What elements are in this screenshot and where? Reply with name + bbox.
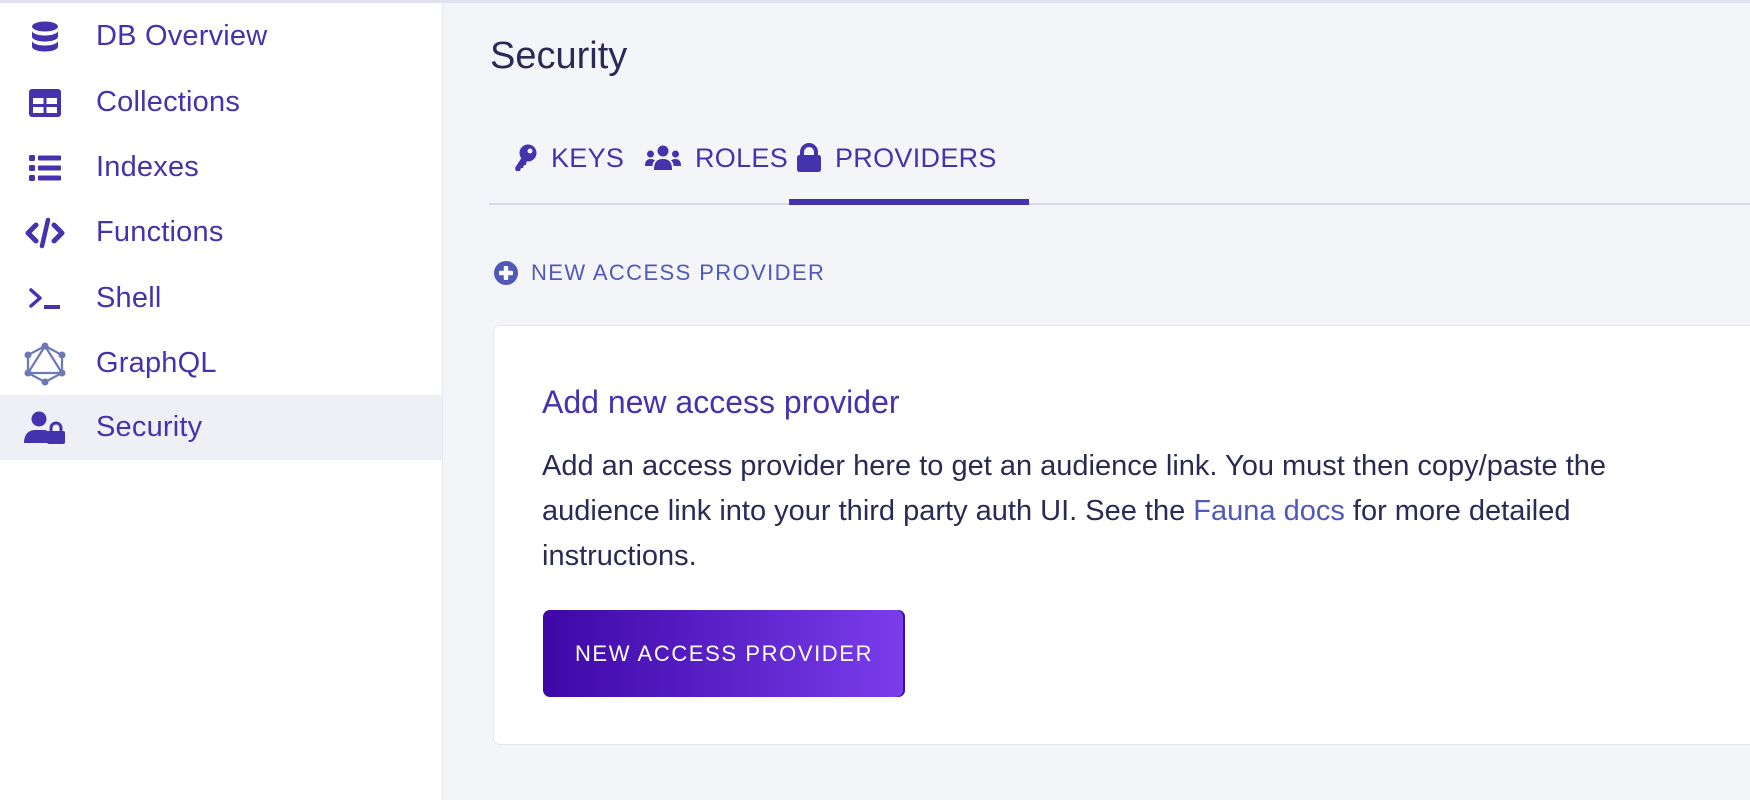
users-icon bbox=[645, 145, 681, 171]
sidebar-item-shell[interactable]: Shell bbox=[0, 266, 442, 331]
database-icon bbox=[24, 21, 66, 53]
fauna-docs-link[interactable]: Fauna docs bbox=[1193, 495, 1345, 527]
tab-roles[interactable]: ROLES bbox=[645, 113, 788, 203]
tab-keys[interactable]: KEYS bbox=[513, 113, 624, 203]
page-title: Security bbox=[490, 35, 628, 77]
sidebar-item-security[interactable]: Security bbox=[0, 395, 442, 460]
lock-icon bbox=[797, 143, 821, 173]
sidebar-item-label: Security bbox=[96, 411, 203, 443]
sidebar: DB Overview Collections Indexes Function… bbox=[0, 3, 443, 800]
card-description: Add an access provider here to get an au… bbox=[542, 444, 1672, 579]
sidebar-item-label: Functions bbox=[96, 216, 224, 248]
sidebar-item-label: Collections bbox=[96, 86, 241, 118]
tab-label: ROLES bbox=[695, 142, 789, 173]
sidebar-item-label: GraphQL bbox=[96, 347, 217, 379]
tab-label: KEYS bbox=[551, 142, 625, 173]
main-content: Security KEYS ROLES PROVIDERS NEW ACCESS… bbox=[443, 3, 1750, 800]
sidebar-item-functions[interactable]: Functions bbox=[0, 200, 442, 265]
new-access-provider-label: NEW ACCESS PROVIDER bbox=[531, 260, 826, 285]
graphql-icon bbox=[24, 342, 66, 385]
terminal-icon bbox=[24, 283, 66, 315]
table-icon bbox=[24, 87, 66, 119]
code-icon bbox=[24, 217, 66, 249]
key-icon bbox=[513, 144, 537, 172]
empty-state-card: Add new access provider Add an access pr… bbox=[493, 325, 1750, 745]
tab-bar: KEYS ROLES PROVIDERS bbox=[489, 113, 1750, 205]
new-access-provider-link[interactable]: NEW ACCESS PROVIDER bbox=[494, 260, 825, 286]
new-access-provider-button[interactable]: NEW ACCESS PROVIDER bbox=[543, 610, 905, 697]
sidebar-item-label: DB Overview bbox=[96, 20, 268, 52]
tab-label: PROVIDERS bbox=[835, 142, 997, 173]
sidebar-item-collections[interactable]: Collections bbox=[0, 70, 442, 135]
sidebar-item-label: Indexes bbox=[96, 151, 199, 183]
sidebar-item-db-overview[interactable]: DB Overview bbox=[0, 4, 442, 69]
user-lock-icon bbox=[24, 411, 66, 444]
sidebar-item-graphql[interactable]: GraphQL bbox=[0, 331, 442, 396]
card-heading: Add new access provider bbox=[542, 384, 900, 420]
plus-circle-icon bbox=[494, 261, 518, 285]
tab-providers[interactable]: PROVIDERS bbox=[789, 113, 1029, 205]
sidebar-item-indexes[interactable]: Indexes bbox=[0, 135, 442, 200]
sidebar-item-label: Shell bbox=[96, 282, 162, 314]
list-icon bbox=[24, 152, 66, 184]
